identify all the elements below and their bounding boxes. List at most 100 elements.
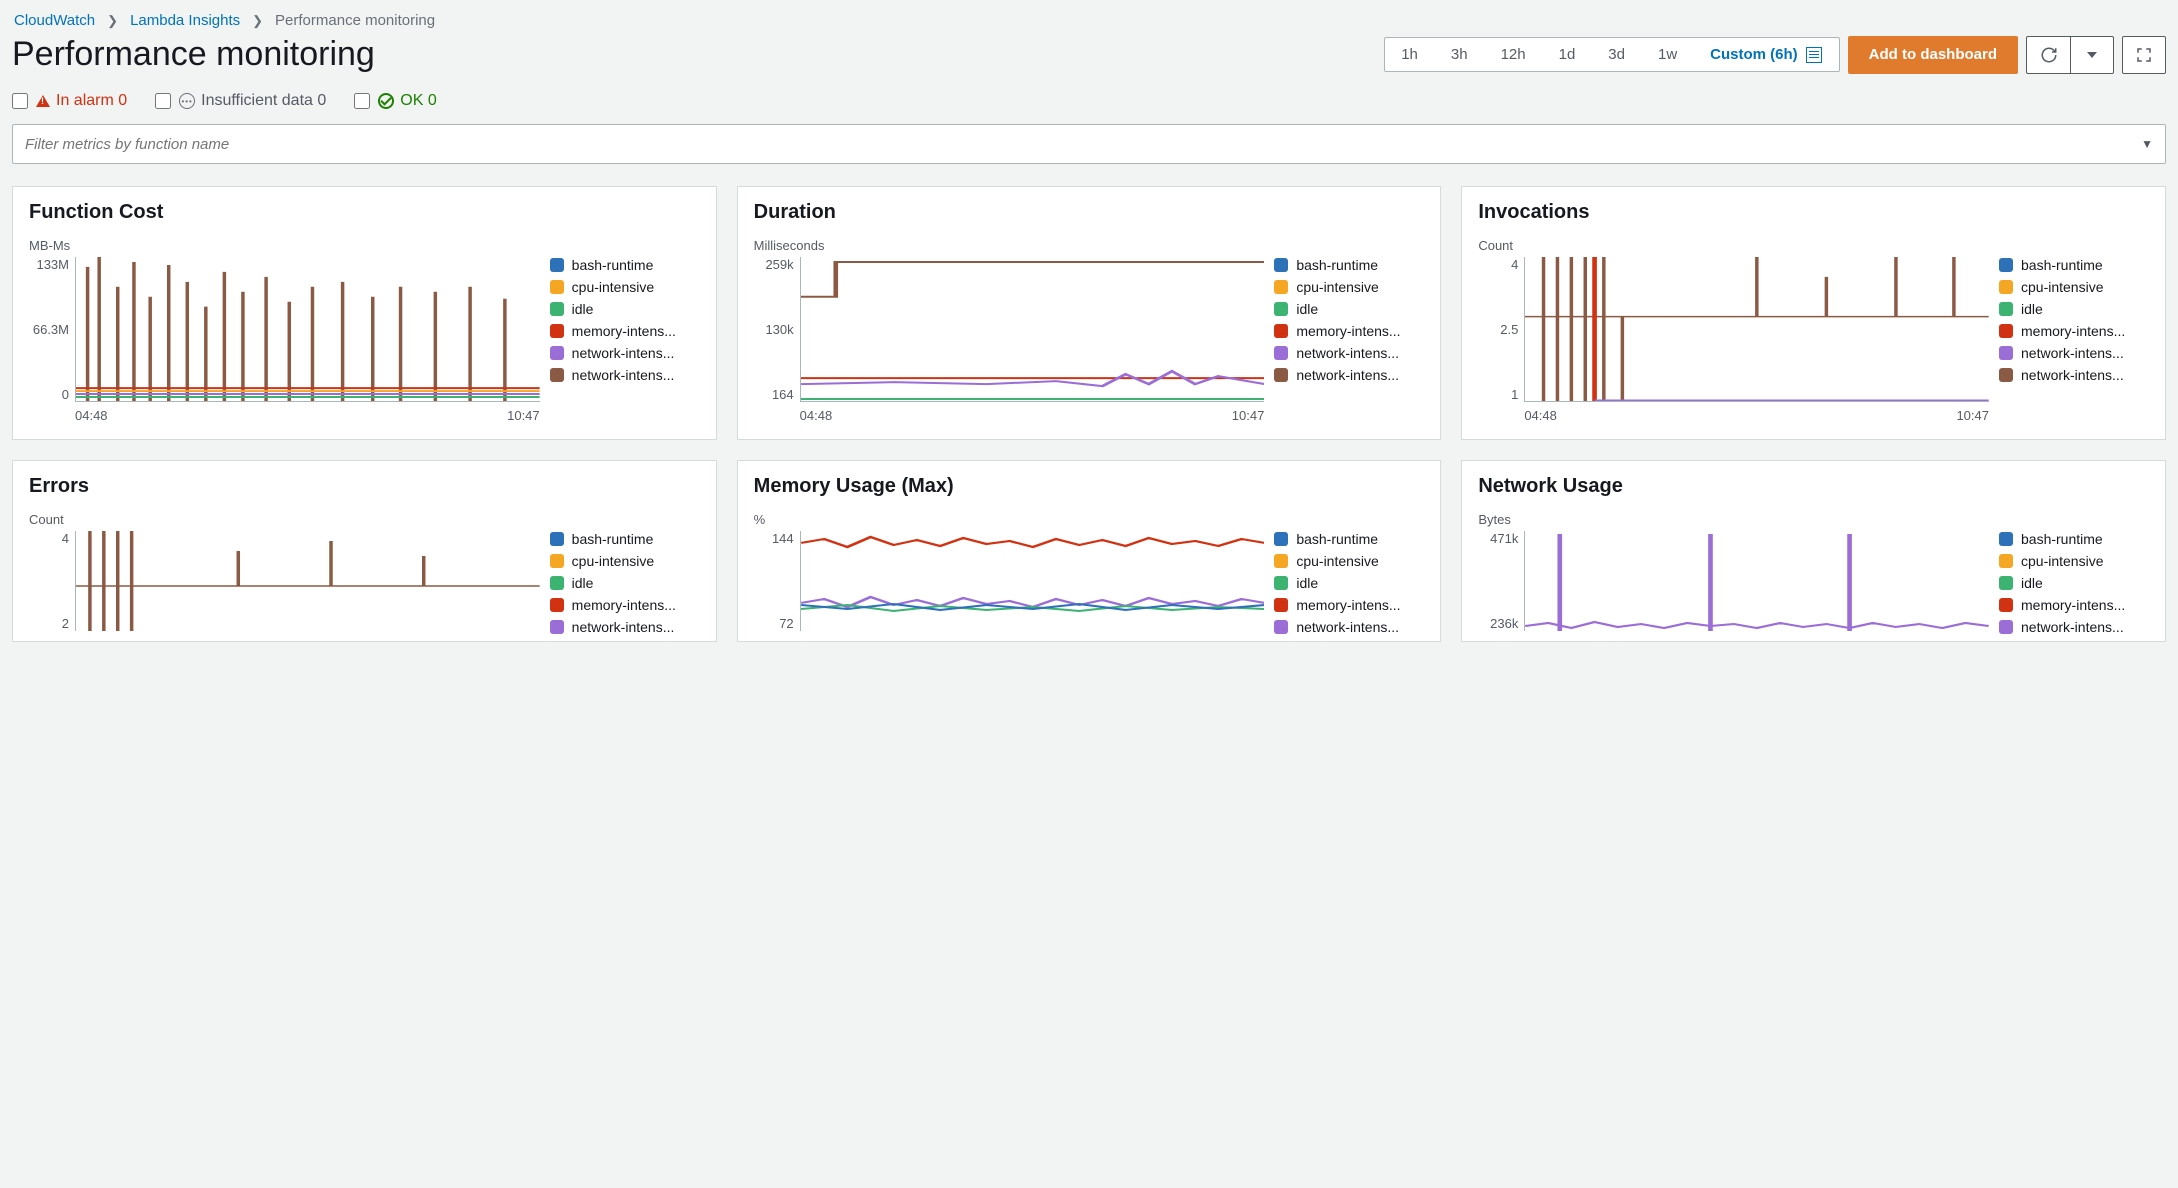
legend-item[interactable]: bash-runtime	[550, 531, 700, 547]
time-range-1d[interactable]: 1d	[1543, 38, 1593, 71]
legend-item[interactable]: memory-intens...	[1999, 597, 2149, 613]
time-range-1h[interactable]: 1h	[1385, 38, 1435, 71]
plot-area[interactable]	[800, 531, 1265, 631]
chart-unit: Count	[29, 512, 700, 527]
legend-item[interactable]: memory-intens...	[1999, 323, 2149, 339]
insufficient-icon: •••	[179, 93, 195, 109]
legend-swatch	[1274, 324, 1288, 338]
legend-item[interactable]: bash-runtime	[550, 257, 700, 273]
breadcrumb-cloudwatch[interactable]: CloudWatch	[14, 12, 95, 29]
legend-item[interactable]: memory-intens...	[550, 323, 700, 339]
legend-item[interactable]: bash-runtime	[1274, 531, 1424, 547]
status-insufficient-checkbox[interactable]	[155, 93, 171, 109]
add-to-dashboard-button[interactable]: Add to dashboard	[1848, 36, 2018, 74]
filter-input[interactable]	[25, 136, 2141, 153]
plot-area[interactable]	[75, 531, 540, 631]
chevron-down-icon	[2087, 52, 2097, 58]
chart-legend: bash-runtime cpu-intensive idle memory-inte…	[1274, 531, 1424, 641]
chart-legend: bash-runtime cpu-intensive idle memory-inte…	[550, 257, 700, 423]
plot-area[interactable]	[1524, 531, 1989, 631]
legend-item[interactable]: cpu-intensive	[1274, 279, 1424, 295]
legend-swatch	[550, 368, 564, 382]
legend-item[interactable]: memory-intens...	[1274, 597, 1424, 613]
legend-swatch	[550, 576, 564, 590]
legend-item[interactable]: cpu-intensive	[550, 553, 700, 569]
chevron-right-icon: ❯	[107, 13, 118, 29]
time-range-picker: 1h 3h 12h 1d 3d 1w Custom (6h)	[1384, 37, 1839, 72]
legend-item[interactable]: memory-intens...	[550, 597, 700, 613]
legend-item[interactable]: cpu-intensive	[1999, 553, 2149, 569]
legend-label: cpu-intensive	[2021, 279, 2104, 295]
time-range-12h[interactable]: 12h	[1485, 38, 1543, 71]
legend-item[interactable]: cpu-intensive	[1999, 279, 2149, 295]
legend-item[interactable]: cpu-intensive	[1274, 553, 1424, 569]
legend-label: bash-runtime	[572, 257, 654, 273]
legend-item[interactable]: network-intens...	[1999, 345, 2149, 361]
legend-swatch	[1999, 280, 2013, 294]
chart-legend: bash-runtime cpu-intensive idle memory-inte…	[1999, 257, 2149, 423]
plot-area[interactable]	[800, 257, 1265, 402]
refresh-button[interactable]	[2026, 36, 2070, 74]
time-range-1w[interactable]: 1w	[1642, 38, 1694, 71]
refresh-button-group	[2026, 36, 2114, 74]
status-in-alarm-checkbox[interactable]	[12, 93, 28, 109]
chart-errors[interactable]: Errors Count 4 2	[12, 460, 717, 642]
time-range-custom[interactable]: Custom (6h)	[1694, 38, 1839, 71]
refresh-menu-button[interactable]	[2070, 36, 2114, 74]
time-range-custom-label: Custom (6h)	[1710, 46, 1798, 63]
legend-item[interactable]: idle	[1999, 301, 2149, 317]
legend-item[interactable]: idle	[1999, 575, 2149, 591]
status-insufficient[interactable]: ••• Insufficient data 0	[155, 92, 326, 110]
chart-memory-usage[interactable]: Memory Usage (Max) % 144 72	[737, 460, 1442, 642]
time-range-3h[interactable]: 3h	[1435, 38, 1485, 71]
legend-item[interactable]: network-intens...	[550, 619, 700, 635]
legend-item[interactable]: network-intens...	[550, 345, 700, 361]
legend-swatch	[1274, 346, 1288, 360]
legend-item[interactable]: idle	[550, 301, 700, 317]
chart-function-cost[interactable]: Function Cost MB-Ms 133M 66.3M 0	[12, 186, 717, 440]
legend-item[interactable]: memory-intens...	[1274, 323, 1424, 339]
legend-label: idle	[2021, 575, 2043, 591]
legend-label: cpu-intensive	[1296, 279, 1379, 295]
breadcrumb-lambda-insights[interactable]: Lambda Insights	[130, 12, 240, 29]
plot-area[interactable]	[1524, 257, 1989, 402]
legend-swatch	[1274, 532, 1288, 546]
legend-item[interactable]: network-intens...	[1999, 619, 2149, 635]
legend-label: network-intens...	[2021, 345, 2124, 361]
chart-invocations[interactable]: Invocations Count 4 2.5 1	[1461, 186, 2166, 440]
status-in-alarm[interactable]: In alarm 0	[12, 92, 127, 110]
chart-duration[interactable]: Duration Milliseconds 259k 130k 164	[737, 186, 1442, 440]
plot-area[interactable]	[75, 257, 540, 402]
status-ok[interactable]: OK 0	[354, 92, 436, 110]
legend-label: memory-intens...	[2021, 323, 2125, 339]
status-insufficient-label: Insufficient data 0	[201, 92, 326, 110]
breadcrumb: CloudWatch ❯ Lambda Insights ❯ Performan…	[12, 12, 2166, 29]
status-ok-checkbox[interactable]	[354, 93, 370, 109]
legend-item[interactable]: network-intens...	[1274, 367, 1424, 383]
time-range-3d[interactable]: 3d	[1592, 38, 1642, 71]
legend-swatch	[1274, 620, 1288, 634]
legend-item[interactable]: idle	[1274, 575, 1424, 591]
fullscreen-button[interactable]	[2122, 36, 2166, 74]
legend-item[interactable]: network-intens...	[550, 367, 700, 383]
legend-label: network-intens...	[1296, 345, 1399, 361]
chevron-down-icon[interactable]: ▼	[2141, 137, 2153, 151]
status-ok-label: OK 0	[400, 92, 436, 110]
legend-item[interactable]: idle	[550, 575, 700, 591]
legend-item[interactable]: bash-runtime	[1999, 257, 2149, 273]
legend-item[interactable]: bash-runtime	[1274, 257, 1424, 273]
legend-swatch	[1274, 302, 1288, 316]
legend-item[interactable]: cpu-intensive	[550, 279, 700, 295]
legend-item[interactable]: idle	[1274, 301, 1424, 317]
legend-item[interactable]: bash-runtime	[1999, 531, 2149, 547]
legend-swatch	[1999, 258, 2013, 272]
legend-swatch	[1999, 554, 2013, 568]
charts-grid: Function Cost MB-Ms 133M 66.3M 0	[12, 186, 2166, 642]
chart-title: Function Cost	[29, 201, 700, 224]
filter-box[interactable]: ▼	[12, 124, 2166, 164]
legend-swatch	[1999, 620, 2013, 634]
legend-item[interactable]: network-intens...	[1274, 345, 1424, 361]
legend-item[interactable]: network-intens...	[1274, 619, 1424, 635]
legend-item[interactable]: network-intens...	[1999, 367, 2149, 383]
chart-network-usage[interactable]: Network Usage Bytes 471k 236k	[1461, 460, 2166, 642]
